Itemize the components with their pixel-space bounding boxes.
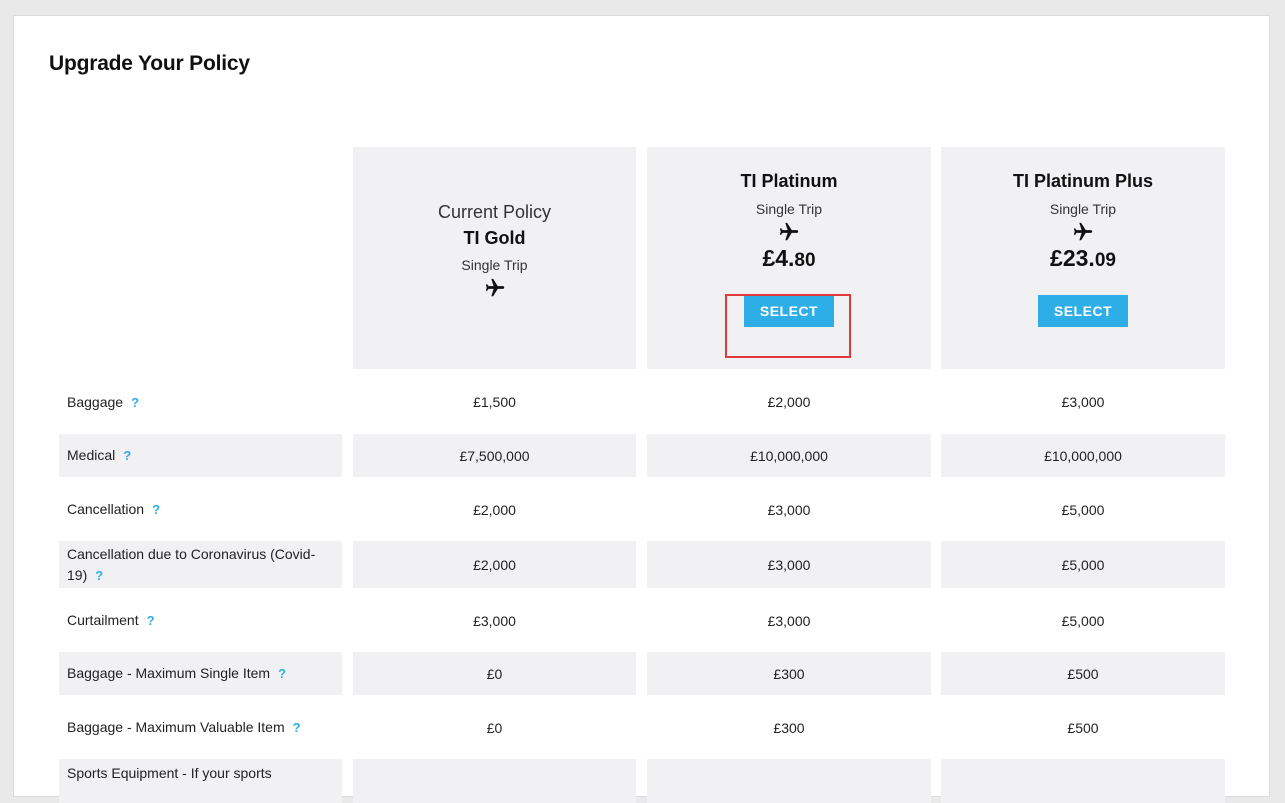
price-major: £23. [1050, 245, 1095, 271]
row-value: £5,000 [941, 541, 1225, 588]
row-value [941, 759, 1225, 803]
row-value: £3,000 [1061, 394, 1105, 410]
plan-name: TI Gold [463, 228, 526, 248]
price-minor: 09 [1094, 250, 1116, 271]
row-value: £0 [353, 652, 636, 695]
row-label-text: Curtailment [67, 612, 139, 628]
row-label-text: Medical [67, 447, 116, 463]
row-value: £2,000 [353, 541, 636, 588]
upgrade-panel: Upgrade Your Policy Current Policy TI Go… [13, 15, 1270, 803]
help-icon[interactable]: ? [147, 613, 155, 628]
row-value: £300 [773, 719, 805, 736]
table-row: Curtailment? £3,000 £3,000 £5,000 [14, 599, 1269, 642]
plan-name: TI Platinum [740, 171, 838, 191]
row-value: £3,000 [767, 612, 811, 629]
table-row: Baggage? £1,500 £2,000 £3,000 [14, 380, 1269, 424]
row-value [353, 759, 636, 803]
row-label: Medical? [59, 434, 342, 477]
row-value: £2,000 [473, 501, 516, 518]
selection-highlight [725, 294, 851, 358]
help-icon[interactable]: ? [131, 395, 139, 410]
select-platinum-plus-button[interactable]: SELECT [1038, 295, 1128, 327]
help-icon[interactable]: ? [123, 448, 131, 463]
row-label: Baggage - Maximum Single Item? [59, 652, 342, 695]
row-label-text: Sports Equipment - If your sports [67, 765, 272, 781]
row-value: £10,000,000 [941, 434, 1225, 477]
help-icon[interactable]: ? [278, 666, 286, 681]
row-value [647, 759, 931, 803]
help-icon[interactable]: ? [293, 720, 301, 735]
row-label-text: Baggage [67, 393, 124, 410]
row-label: Baggage? [59, 380, 342, 424]
airplane-icon [779, 222, 799, 241]
help-icon[interactable]: ? [95, 568, 103, 583]
plan-trip-type: Single Trip [755, 201, 823, 217]
row-label: Cancellation? [59, 488, 342, 531]
plan-card-current: Current Policy TI Gold Single Trip [353, 147, 636, 369]
row-value: £300 [647, 652, 931, 695]
table-row: Medical? £7,500,000 £10,000,000 £10,000,… [14, 434, 1269, 477]
row-label: Curtailment? [59, 599, 342, 642]
row-value: £3,000 [767, 501, 811, 518]
row-value: £500 [1067, 719, 1099, 736]
table-row: Cancellation due to Coronavirus (Covid-1… [14, 541, 1269, 588]
row-value: £500 [941, 652, 1225, 695]
page-title: Upgrade Your Policy [49, 52, 250, 75]
row-label-text: Cancellation [67, 501, 145, 517]
row-label-text: Baggage - Maximum Valuable Item [67, 719, 285, 735]
current-policy-label: Current Policy [437, 202, 552, 222]
row-label: Sports Equipment - If your sports [59, 759, 342, 803]
plan-price: £23.09 [941, 245, 1225, 272]
row-label-text: Cancellation due to Coronavirus (Covid-1… [67, 545, 316, 583]
table-row: Baggage - Maximum Valuable Item? £0 £300… [14, 706, 1269, 749]
price-minor: 80 [794, 250, 816, 271]
table-row: Cancellation? £2,000 £3,000 £5,000 [14, 488, 1269, 531]
plan-price: £4.80 [647, 245, 931, 272]
row-value: £5,000 [1061, 501, 1105, 518]
row-value: £3,000 [473, 612, 516, 629]
plan-trip-type: Single Trip [461, 257, 528, 273]
plan-name: TI Platinum Plus [1012, 171, 1154, 191]
row-label-text: Baggage - Maximum Single Item [67, 665, 271, 681]
airplane-icon [485, 278, 504, 297]
table-row: Sports Equipment - If your sports [14, 759, 1269, 803]
table-row: Baggage - Maximum Single Item? £0 £300 £… [14, 652, 1269, 695]
row-value: £1,500 [473, 394, 516, 410]
row-value: £7,500,000 [353, 434, 636, 477]
row-label: Baggage - Maximum Valuable Item? [59, 706, 342, 749]
help-icon[interactable]: ? [152, 502, 160, 517]
plan-trip-type: Single Trip [1049, 201, 1117, 217]
plan-card-platinum-plus: TI Platinum Plus Single Trip £23.09 SELE… [941, 147, 1225, 369]
row-value: £2,000 [767, 394, 811, 410]
row-value: £5,000 [1061, 612, 1105, 629]
row-value: £3,000 [647, 541, 931, 588]
row-value: £10,000,000 [647, 434, 931, 477]
price-major: £4. [762, 245, 795, 271]
airplane-icon [1073, 222, 1093, 241]
row-value: £0 [486, 719, 503, 736]
row-label: Cancellation due to Coronavirus (Covid-1… [59, 541, 342, 588]
